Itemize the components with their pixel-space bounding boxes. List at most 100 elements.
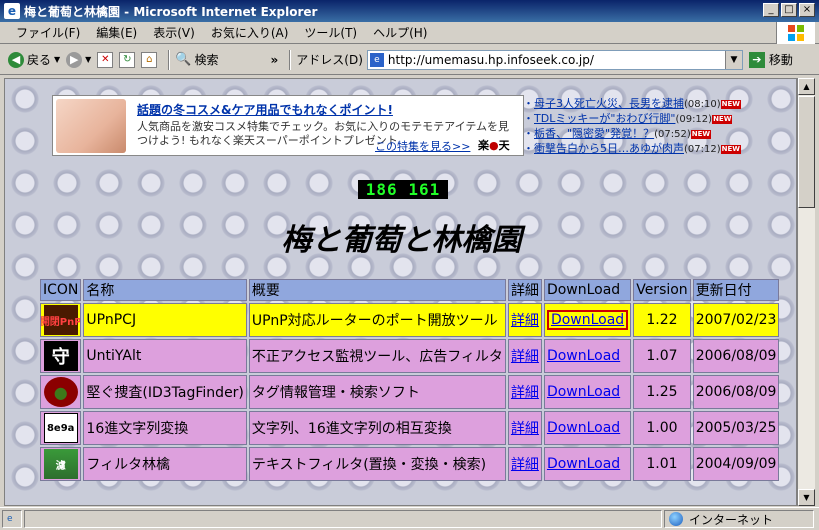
windows-logo-icon [776,22,815,44]
app-icon-cell: 守 [40,339,82,373]
app-version: 1.22 [633,303,691,337]
download-link-cell[interactable]: DownLoad [543,303,632,337]
ad-headline[interactable]: 話題の冬コスメ&ケア用品でもれなくポイント! [137,101,393,118]
download-link[interactable]: DownLoad [543,375,632,409]
ad-brand-logo: 楽●天 [478,139,510,152]
menu-bar: ファイル(F) 編集(E) 表示(V) お気に入り(A) ツール(T) ヘルプ(… [0,22,819,44]
ad-photo [56,99,126,153]
table-header-row: ICON 名称 概要 詳細 DownLoad Version 更新日付 [40,279,780,301]
new-badge: NEW [690,129,712,139]
search-label: 検索 [194,53,219,67]
detail-link[interactable]: 詳細 [507,303,542,337]
status-bar: e インターネット [0,507,819,530]
download-link[interactable]: DownLoad [546,310,629,330]
guard-icon: 守 [43,341,78,371]
news-link[interactable]: 栃香、"隠密愛"発覚！？ [534,127,654,140]
zone-label: インターネット [689,512,774,527]
ad-more-link[interactable]: この特集を見る>> [375,138,470,154]
header-detail: 詳細 [507,279,542,301]
download-link[interactable]: DownLoad [543,339,632,373]
news-item[interactable]: ・TDLミッキーが"おわび行脚"(09:12)NEW [523,110,759,125]
forward-dropdown-icon[interactable]: ▼ [85,55,91,64]
header-icon: ICON [40,279,82,301]
detail-link[interactable]: 詳細 [507,411,542,445]
download-link[interactable]: DownLoad [543,411,632,445]
table-row: 開閉PnP UPnPCJ UPnP対応ルーターのポート開放ツール 詳細 Down… [40,303,780,337]
forward-arrow-icon: ▶ [66,51,83,68]
menu-edit[interactable]: 編集(E) [88,24,145,41]
news-time: (09:12) [675,114,713,125]
download-link[interactable]: DownLoad [543,447,632,481]
app-icon-cell: ● [40,375,82,409]
table-row: 8e9a 16進文字列変換 文字列、16進文字列の相互変換 詳細 DownLoa… [40,411,780,445]
address-bar[interactable]: e http://umemasu.hp.infoseek.co.jp/ ▼ [366,49,743,70]
detail-link[interactable]: 詳細 [507,447,542,481]
visitor-counter: 186 161 [358,180,448,199]
app-desc: 不正アクセス監視ツール、広告フィルタ [248,339,506,373]
news-time: (07:12) [684,144,721,155]
scroll-up-icon[interactable]: ▲ [798,78,815,95]
go-arrow-icon: ➔ [748,51,765,68]
filter-icon: 濾 [43,449,78,479]
menu-file[interactable]: ファイル(F) [8,24,88,41]
table-row: ● 堅ぐ捜査(ID3TagFinder) タグ情報管理・検索ソフト 詳細 Dow… [40,375,780,409]
app-date: 2007/02/23 [692,303,780,337]
address-label: アドレス(D) [296,53,363,67]
detail-link[interactable]: 詳細 [507,375,542,409]
app-desc: UPnP対応ルーターのポート開放ツール [248,303,506,337]
news-item[interactable]: ・母子3人死亡火災、長男を逮捕(08:10)NEW [523,95,759,110]
app-icon-cell: 開閉PnP [40,303,82,337]
banner-ad[interactable]: 話題の冬コスメ&ケア用品でもれなくポイント! 人気商品を激安コスメ特集でチェック… [52,95,524,156]
app-icon-cell: 濾 [40,447,82,481]
close-button[interactable]: × [799,3,815,17]
new-badge: NEW [720,144,741,154]
status-text [24,510,662,528]
page-viewport[interactable]: 話題の冬コスメ&ケア用品でもれなくポイント! 人気商品を激安コスメ特集でチェック… [4,78,797,506]
home-icon[interactable]: ⌂ [141,51,158,68]
brand-suffix: 天 [498,139,510,152]
toolbar: ◀ 戻る ▼ ▶ ▼ ✕ ↻ ⌂ 🔍 検索 » アドレス(D) e http:/… [0,45,819,75]
maximize-button[interactable]: □ [781,3,797,17]
app-date: 2004/09/09 [692,447,780,481]
app-version: 1.07 [633,339,691,373]
hex-convert-icon: 8e9a [43,413,78,443]
menu-tools[interactable]: ツール(T) [296,24,365,41]
scroll-thumb[interactable] [798,96,815,208]
back-dropdown-icon[interactable]: ▼ [54,55,60,64]
news-link[interactable]: 衝撃告白から5日…あゆが肉声 [534,142,684,155]
toolbar-more-chevron-icon[interactable]: » [271,53,279,67]
forward-button[interactable]: ▶ ▼ [66,51,91,68]
ie-icon: e [4,3,20,19]
search-button[interactable]: 🔍 検索 [175,51,218,68]
detail-link[interactable]: 詳細 [507,339,542,373]
minimize-button[interactable]: _ [763,3,779,17]
refresh-icon[interactable]: ↻ [119,51,136,68]
go-button[interactable]: ➔ 移動 [748,51,793,68]
window-title: 梅と葡萄と林檎園 - Microsoft Internet Explorer [24,4,318,19]
menu-help[interactable]: ヘルプ(H) [365,24,435,41]
menu-favorites[interactable]: お気に入り(A) [203,24,297,41]
tag-finder-icon: ● [43,377,78,407]
app-name: フィルタ林檎 [83,447,247,481]
app-name: 堅ぐ捜査(ID3TagFinder) [83,375,247,409]
site-title: 梅と葡萄と林檎園 [281,223,522,258]
menu-view[interactable]: 表示(V) [145,24,203,41]
scroll-down-icon[interactable]: ▼ [798,489,815,506]
app-date: 2006/08/09 [692,375,780,409]
port-open-icon: 開閉PnP [41,305,80,335]
news-link[interactable]: 母子3人死亡火災、長男を逮捕 [534,97,684,110]
address-input[interactable]: http://umemasu.hp.infoseek.co.jp/ [388,53,725,67]
address-dropdown-icon[interactable]: ▼ [724,50,742,69]
news-link[interactable]: TDLミッキーが"おわび行脚" [534,112,675,125]
app-version: 1.25 [633,375,691,409]
app-name: UPnPCJ [83,303,247,337]
vertical-scrollbar[interactable]: ▲ ▼ [797,78,815,506]
news-item[interactable]: ・衝撃告白から5日…あゆが肉声(07:12)NEW [523,140,759,155]
stop-icon[interactable]: ✕ [97,51,114,68]
window-titlebar: e 梅と葡萄と林檎園 - Microsoft Internet Explorer… [0,0,819,22]
header-desc: 概要 [248,279,506,301]
app-desc: テキストフィルタ(置換・変換・検索) [248,447,506,481]
news-item[interactable]: ・栃香、"隠密愛"発覚！？(07:52)NEW [523,125,759,140]
back-button[interactable]: ◀ 戻る ▼ [8,51,60,68]
news-time: (08:10) [684,99,721,110]
